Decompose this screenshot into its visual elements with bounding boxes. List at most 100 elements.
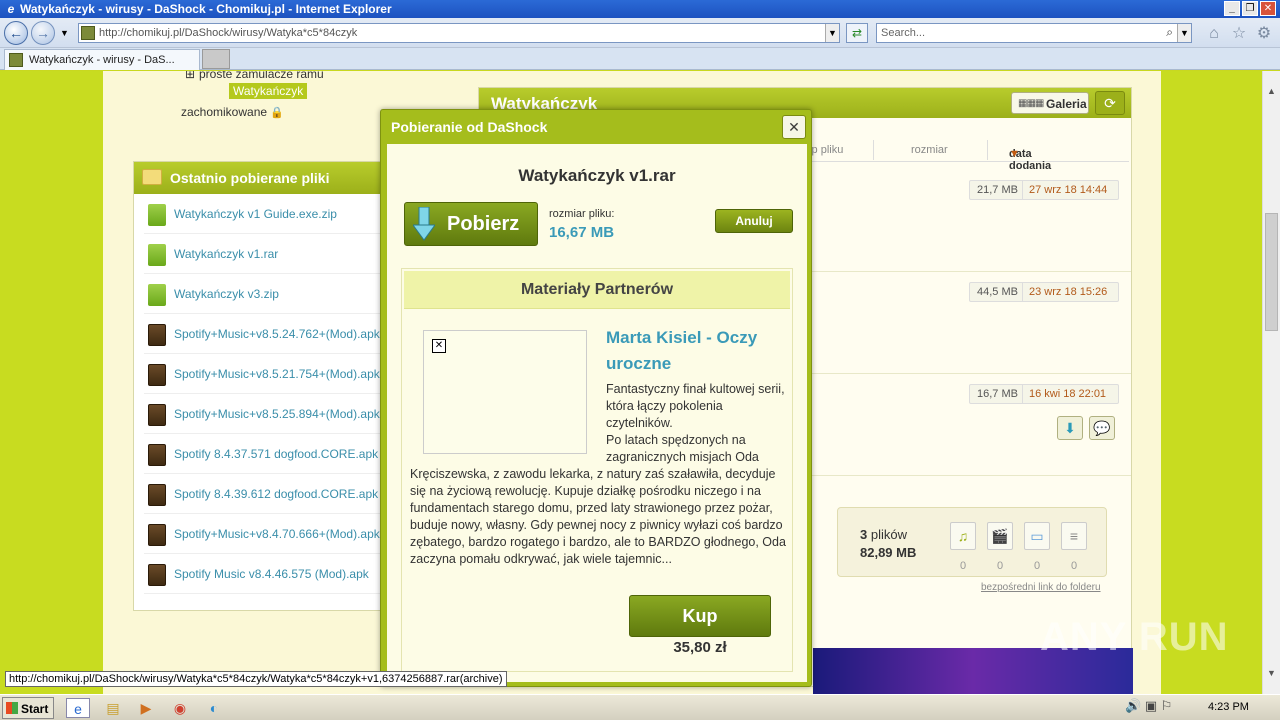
document-count: 0 (1070, 560, 1078, 572)
forward-button[interactable]: → (31, 21, 55, 45)
book-price: 35,80 zł (673, 639, 727, 656)
url-field[interactable]: http://chomikuj.pl/DaShock/wirusy/Watyka… (78, 23, 840, 43)
recent-file-name[interactable]: Spotify 8.4.39.612 dogfood.CORE.apk (174, 487, 378, 501)
document-icon[interactable]: ≡ (1061, 522, 1087, 550)
settings-gear-icon[interactable]: ⚙ (1254, 24, 1274, 44)
search-dropdown-icon[interactable]: ▼ (1177, 24, 1191, 42)
gallery-grid-icon: ▦▦▦ (1018, 98, 1044, 109)
download-arrow-icon (413, 207, 435, 241)
clock: 4:23 PM (1208, 701, 1249, 713)
status-url: http://chomikuj.pl/DaShock/wirusy/Watyka… (5, 671, 507, 687)
recent-file-name[interactable]: Watykańczyk v1.rar (174, 247, 278, 261)
start-button[interactable]: Start (2, 697, 54, 719)
partners-title: Materiały Partnerów (404, 271, 790, 309)
file-date: 23 wrz 18 15:26 (1029, 286, 1108, 298)
windows-logo-icon (6, 702, 18, 714)
start-label: Start (21, 702, 49, 716)
recent-file-name[interactable]: Spotify+Music+v8.5.24.762+(Mod).apk (174, 327, 380, 341)
archive-file-icon (148, 244, 166, 266)
image-icon[interactable]: ▭ (1024, 522, 1050, 550)
recent-file-name[interactable]: Watykańczyk v1 Guide.exe.zip (174, 207, 337, 221)
folder-refresh-icon[interactable]: ⟳ (1095, 91, 1125, 115)
taskbar-explorer-icon[interactable]: ▤ (101, 698, 125, 718)
gallery-button[interactable]: ▦▦▦ Galeria (1011, 92, 1089, 114)
archive-file-icon (148, 204, 166, 226)
volume-icon[interactable]: 🔊 (1125, 698, 1141, 713)
buy-button[interactable]: Kup (629, 595, 771, 637)
file-size-date: 44,5 MB 23 wrz 18 15:26 (969, 282, 1119, 302)
file-date: 16 kwi 18 22:01 (1029, 388, 1107, 400)
taskbar-media-icon[interactable]: ▶ (134, 698, 158, 718)
file-size: 21,7 MB (977, 184, 1018, 196)
broken-image-icon: ✕ (432, 339, 446, 353)
file-comment-icon[interactable]: 💬 (1089, 416, 1115, 440)
column-headers: typ pliku rozmiar data dodania ▼ (769, 140, 1129, 172)
recent-file-name[interactable]: Spotify Music v8.4.46.575 (Mod).apk (174, 567, 369, 581)
music-icon[interactable]: ♫ (950, 522, 976, 550)
tab-bar: Watykańczyk - wirusy - DaS... (0, 48, 1280, 70)
taskbar: Start e ▤ ▶ ◉ ◐ 🔊 ▣ ⚐ 4:23 PM (0, 694, 1280, 720)
lock-icon: 🔒 (270, 107, 285, 119)
maximize-button[interactable]: ❐ (1242, 1, 1258, 16)
refresh-button[interactable]: ⇄ (846, 23, 868, 43)
scroll-down-icon[interactable]: ▼ (1263, 665, 1280, 682)
taskbar-chrome-icon[interactable]: ◉ (168, 698, 192, 718)
url-dropdown-icon[interactable]: ▼ (825, 24, 839, 42)
system-tray: 🔊 ▣ ⚐ (1125, 698, 1172, 714)
recent-file-name[interactable]: Spotify+Music+v8.5.21.754+(Mod).apk (174, 367, 380, 381)
search-input[interactable]: Search... ⌕ ▼ (876, 23, 1192, 43)
dialog-close-button[interactable]: ✕ (782, 115, 806, 139)
cancel-button[interactable]: Anuluj (715, 209, 793, 233)
home-icon[interactable]: ⌂ (1204, 24, 1224, 44)
gallery-label: Galeria (1046, 97, 1087, 111)
window-title: Watykańczyk - wirusy - DaShock - Chomiku… (20, 2, 392, 16)
video-icon[interactable]: 🎬 (987, 522, 1013, 550)
minimize-button[interactable]: _ (1224, 1, 1240, 16)
recent-file-name[interactable]: Spotify+Music+v8.4.70.666+(Mod).apk (174, 527, 380, 541)
download-label: Pobierz (447, 213, 520, 235)
file-size: 16,7 MB (977, 388, 1018, 400)
new-tab-button[interactable] (202, 49, 230, 69)
apk-file-icon (148, 324, 166, 346)
apk-file-icon (148, 564, 166, 586)
tree-item-proste[interactable]: proste zamulacze ramu (199, 71, 324, 81)
tab-label: Watykańczyk - wirusy - DaS... (29, 54, 175, 66)
file-count: 3 plików (860, 527, 907, 542)
scroll-up-icon[interactable]: ▲ (1263, 83, 1280, 100)
scroll-thumb[interactable] (1265, 213, 1278, 331)
apk-file-icon (148, 404, 166, 426)
taskbar-ie-icon[interactable]: e (66, 698, 90, 718)
image-count: 0 (1033, 560, 1041, 572)
download-button[interactable]: Pobierz (404, 202, 538, 246)
tree-item-zachomikowane[interactable]: zachomikowane 🔒 (181, 105, 284, 119)
tab-watykanczyk[interactable]: Watykańczyk - wirusy - DaS... (4, 49, 200, 70)
book-desc-3: Kręciszewska, z zawodu lekarka, z natury… (410, 467, 786, 566)
recent-file-name[interactable]: Spotify 8.4.37.571 dogfood.CORE.apk (174, 447, 378, 461)
folder-icon (142, 169, 162, 185)
flag-icon[interactable]: ⚐ (1161, 698, 1173, 713)
favorites-star-icon[interactable]: ☆ (1229, 24, 1249, 44)
recent-file-name[interactable]: Watykańczyk v3.zip (174, 287, 279, 301)
file-download-icon[interactable]: ⬇ (1057, 416, 1083, 440)
vertical-scrollbar[interactable]: ▲ ▼ (1262, 71, 1280, 694)
network-icon[interactable]: ▣ (1145, 698, 1157, 713)
apk-file-icon (148, 364, 166, 386)
site-favicon-icon (81, 26, 95, 40)
recent-file-name[interactable]: Spotify+Music+v8.5.25.894+(Mod).apk (174, 407, 380, 421)
direct-folder-link[interactable]: bezpośredni link do folderu (981, 582, 1101, 593)
tree-expand-icon[interactable]: ⊞ (185, 71, 195, 81)
tree-item-watykanczyk[interactable]: Watykańczyk (229, 83, 308, 99)
taskbar-edge-icon[interactable]: ◐ (202, 698, 226, 718)
search-icon[interactable]: ⌕ (1166, 25, 1173, 40)
book-title-link[interactable]: Marta Kisiel - Oczy uroczne (606, 325, 786, 377)
apk-file-icon (148, 444, 166, 466)
back-button[interactable]: ← (4, 21, 28, 45)
close-window-button[interactable]: ✕ (1260, 1, 1276, 16)
file-size: 44,5 MB (977, 286, 1018, 298)
window-titlebar: e Watykańczyk - wirusy - DaShock - Chomi… (0, 0, 1280, 18)
history-dropdown-icon[interactable]: ▼ (60, 28, 69, 38)
dialog-body: Watykańczyk v1.rar Pobierz rozmiar pliku… (387, 144, 807, 682)
download-dialog: Pobieranie od DaShock ✕ Watykańczyk v1.r… (380, 109, 812, 687)
col-size[interactable]: rozmiar (911, 144, 948, 156)
address-toolbar: ← → ▼ http://chomikuj.pl/DaShock/wirusy/… (0, 18, 1280, 48)
